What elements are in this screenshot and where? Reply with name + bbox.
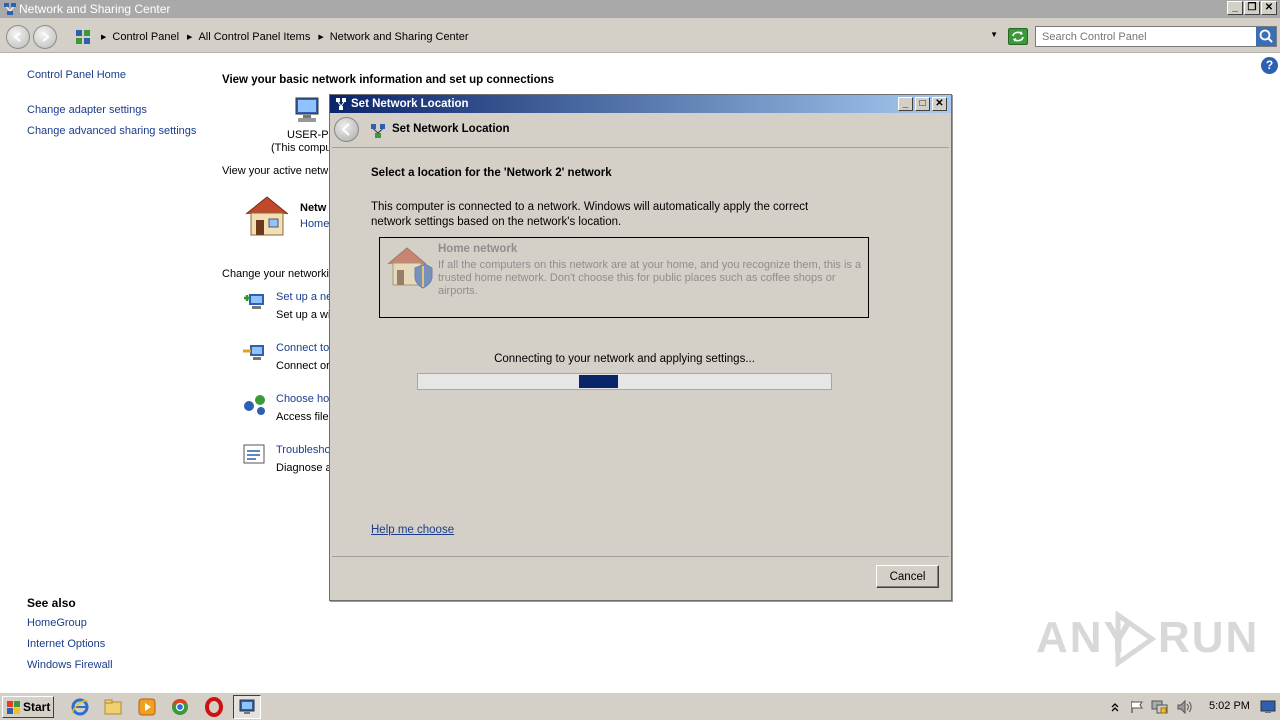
forward-button[interactable] xyxy=(33,25,57,49)
change-advanced-sharing-link[interactable]: Change advanced sharing settings xyxy=(27,125,196,137)
address-bar: ▶ Control Panel ▶ All Control Panel Item… xyxy=(0,18,1280,53)
help-icon[interactable]: ? xyxy=(1261,57,1278,74)
windows-firewall-link[interactable]: Windows Firewall xyxy=(27,659,113,671)
dialog-header-title: Set Network Location xyxy=(392,123,510,135)
connect-network-icon xyxy=(243,345,264,360)
network-center-icon xyxy=(239,699,255,714)
set-network-location-dialog: Set Network Location _ □ ✕ Set Network L… xyxy=(329,94,952,601)
action-center-flag-icon[interactable] xyxy=(1129,700,1145,714)
help-me-choose-link[interactable]: Help me choose xyxy=(371,524,454,536)
breadcrumb-all-items[interactable]: All Control Panel Items xyxy=(198,31,310,43)
select-location-title: Select a location for the 'Network 2' ne… xyxy=(371,167,612,179)
back-arrow-icon xyxy=(341,123,350,136)
troubleshoot-desc: Diagnose a xyxy=(276,462,332,474)
watermark-text-right: RUN xyxy=(1158,613,1260,662)
close-button[interactable]: ✕ xyxy=(1261,1,1277,15)
show-desktop-icon[interactable] xyxy=(1260,700,1276,714)
window-title: Network and Sharing Center xyxy=(19,2,171,16)
connect-network-desc: Connect or xyxy=(276,360,330,372)
dialog-header: Set Network Location xyxy=(330,113,951,147)
minimize-button[interactable]: _ xyxy=(1227,1,1243,15)
breadcrumb: ▶ Control Panel ▶ All Control Panel Item… xyxy=(72,26,1032,47)
anyrun-watermark: ANY RUN xyxy=(1036,611,1257,671)
setup-connection-icon xyxy=(244,294,264,309)
home-network-description: If all the computers on this network are… xyxy=(438,259,862,297)
network-icon xyxy=(336,98,346,110)
search-input[interactable] xyxy=(1036,27,1246,46)
homegroup-icon xyxy=(244,395,265,415)
active-networks-label: View your active netw xyxy=(222,165,329,177)
start-label: Start xyxy=(23,700,51,714)
progress-marquee-chunk xyxy=(579,375,618,388)
show-hidden-icons-icon[interactable] xyxy=(1110,701,1120,713)
search-box xyxy=(1035,26,1277,47)
dialog-body: Select a location for the 'Network 2' ne… xyxy=(332,147,949,557)
dialog-maximize-button[interactable]: □ xyxy=(915,97,930,111)
see-also-heading: See also xyxy=(27,596,76,610)
computer-subtitle: (This compu xyxy=(271,142,332,154)
taskbar: Start 5:02 PM xyxy=(0,692,1280,720)
address-dropdown-icon[interactable]: ▼ xyxy=(990,30,998,39)
network-icon xyxy=(371,124,385,138)
page-title: View your basic network information and … xyxy=(222,74,555,86)
chevron-right-icon[interactable]: ▶ xyxy=(187,33,192,41)
refresh-icon xyxy=(1012,31,1024,42)
chrome-icon[interactable] xyxy=(170,697,190,717)
intro-text: This computer is connected to a network.… xyxy=(371,201,809,228)
setup-connection-link[interactable]: Set up a ne xyxy=(276,291,332,303)
homegroup-link[interactable]: HomeGroup xyxy=(27,617,87,629)
volume-icon[interactable] xyxy=(1176,699,1194,715)
back-arrow-icon xyxy=(13,32,21,42)
file-explorer-icon[interactable] xyxy=(103,697,123,717)
home-network-title: Home network xyxy=(438,243,518,255)
chevron-right-icon[interactable]: ▶ xyxy=(318,33,323,41)
dialog-back-button[interactable] xyxy=(334,117,359,142)
restore-button[interactable]: ❐ xyxy=(1244,1,1260,15)
control-panel-icon xyxy=(76,29,90,44)
network-tray-icon[interactable] xyxy=(1151,699,1169,715)
dialog-titlebar: Set Network Location _ □ ✕ xyxy=(330,95,951,113)
network-type-link[interactable]: Home xyxy=(300,218,329,230)
house-icon xyxy=(245,196,289,236)
computer-icon xyxy=(295,97,319,122)
dialog-minimize-button[interactable]: _ xyxy=(898,97,913,111)
chevron-right-icon[interactable]: ▶ xyxy=(101,33,106,41)
progress-status-text: Connecting to your network and applying … xyxy=(494,353,755,365)
troubleshoot-link[interactable]: Troublesho xyxy=(276,444,331,456)
change-settings-label: Change your networki xyxy=(222,268,330,280)
progress-bar xyxy=(417,373,832,390)
refresh-button[interactable] xyxy=(1008,28,1028,45)
choose-homegroup-link[interactable]: Choose ho xyxy=(276,393,329,405)
media-player-icon[interactable] xyxy=(137,697,157,717)
window-titlebar: Network and Sharing Center _ ❐ ✕ xyxy=(0,0,1280,18)
play-logo-icon xyxy=(1115,611,1157,667)
search-icon xyxy=(1259,29,1273,43)
cancel-button[interactable]: Cancel xyxy=(876,565,939,588)
forward-arrow-icon xyxy=(42,32,50,42)
troubleshoot-icon xyxy=(243,444,265,464)
internet-options-link[interactable]: Internet Options xyxy=(27,638,105,650)
home-network-option[interactable]: Home network If all the computers on thi… xyxy=(379,237,869,318)
start-button[interactable]: Start xyxy=(2,696,54,718)
breadcrumb-control-panel[interactable]: Control Panel xyxy=(112,31,179,43)
windows-logo-icon xyxy=(7,701,20,714)
internet-explorer-icon[interactable] xyxy=(70,697,90,717)
opera-icon[interactable] xyxy=(204,697,224,717)
search-button[interactable] xyxy=(1256,27,1276,46)
taskbar-network-center-button[interactable] xyxy=(233,695,261,719)
clock[interactable]: 5:02 PM xyxy=(1209,700,1250,712)
back-button[interactable] xyxy=(6,25,30,49)
home-network-icon xyxy=(387,247,433,289)
dialog-title: Set Network Location xyxy=(351,98,469,110)
breadcrumb-network-center[interactable]: Network and Sharing Center xyxy=(330,31,469,43)
change-adapter-settings-link[interactable]: Change adapter settings xyxy=(27,104,147,116)
setup-connection-desc: Set up a wi xyxy=(276,309,331,321)
network-name: Netw xyxy=(300,202,327,214)
control-panel-home-link[interactable]: Control Panel Home xyxy=(27,69,126,81)
choose-homegroup-desc: Access files xyxy=(276,411,335,423)
dialog-close-button[interactable]: ✕ xyxy=(932,97,947,111)
network-icon xyxy=(4,3,16,15)
connect-network-link[interactable]: Connect to xyxy=(276,342,329,354)
